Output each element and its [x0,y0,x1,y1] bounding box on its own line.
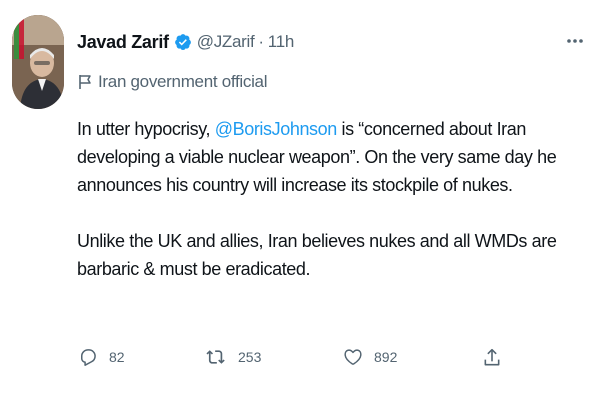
tweet-text: In utter hypocrisy, @BorisJohnson is “co… [77,115,589,283]
avatar[interactable] [12,15,64,109]
government-label-flag-icon [78,74,92,90]
like-icon [344,349,362,365]
mention-link[interactable]: @BorisJohnson [215,119,338,139]
reply-icon [81,349,96,366]
tweet-timestamp[interactable]: 11h [268,32,295,52]
author-name[interactable]: Javad Zarif [77,32,169,53]
separator-dot: · [258,32,264,51]
tweet-header: Javad Zarif @JZarif · 11h [77,30,294,54]
retweet-count: 253 [238,349,262,365]
reply-button[interactable]: 82 [78,347,125,367]
like-button[interactable]: 892 [343,347,397,367]
reply-count: 82 [109,349,125,365]
retweet-button[interactable]: 253 [205,347,261,367]
author-handle[interactable]: @JZarif [197,32,255,52]
government-label[interactable]: Iran government official [78,72,268,92]
tweet-paragraph-1: In utter hypocrisy, @BorisJohnson is “co… [77,115,589,199]
retweet-icon [206,350,225,364]
tweet-actions: 82 253 892 [74,347,514,371]
tweet-paragraph-2: Unlike the UK and allies, Iran believes … [77,231,557,279]
share-button[interactable] [482,347,502,369]
verified-badge-icon [174,33,192,51]
tweet-text-start: In utter hypocrisy, [77,119,215,139]
like-count: 892 [374,349,398,365]
more-options-icon[interactable] [565,31,585,51]
government-label-text: Iran government official [98,72,268,91]
share-icon [484,348,500,366]
tweet-card: Javad Zarif @JZarif · 11h Iran governmen… [0,0,600,400]
